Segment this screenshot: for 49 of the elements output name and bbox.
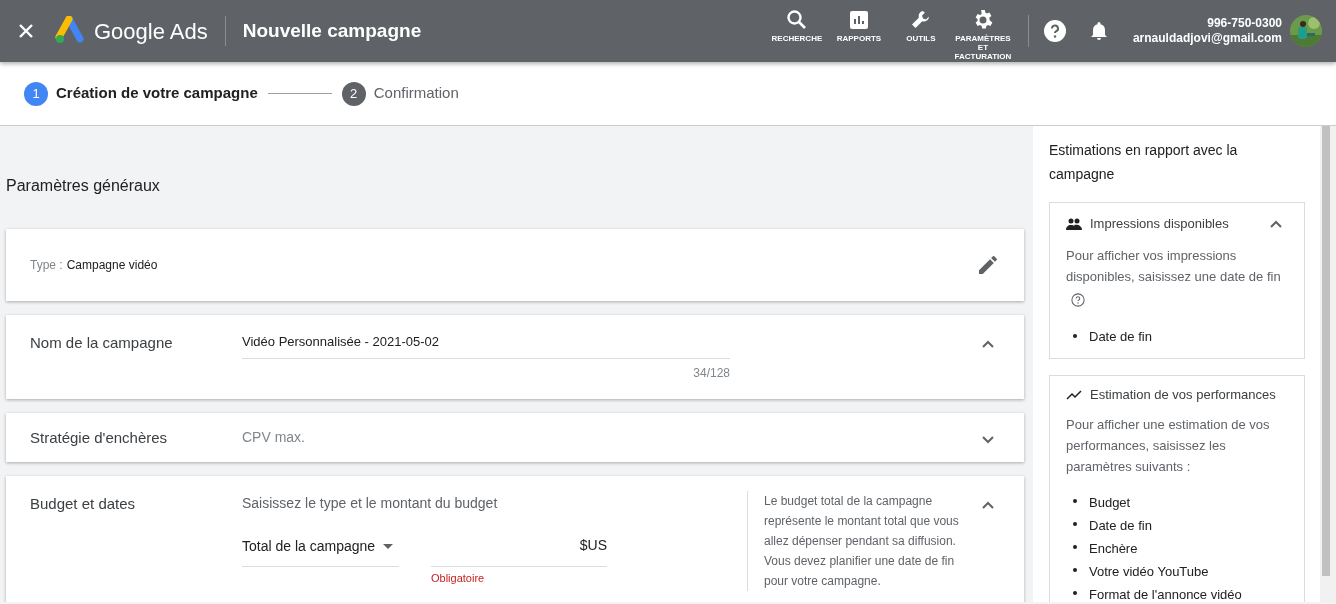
list-item: Votre vidéo YouTube	[1089, 562, 1209, 581]
bullet-icon	[1073, 545, 1077, 549]
card-title: Estimation de vos performances	[1090, 386, 1277, 404]
card-text: Pour afficher une estimation de vos performances, saisissez les paramètres suivants :	[1066, 415, 1271, 476]
bullet-icon	[1073, 591, 1077, 595]
section-label: Stratégie d'enchères	[30, 428, 169, 448]
section-label: Budget et dates	[30, 494, 137, 514]
help-icon[interactable]	[1042, 19, 1067, 43]
budget-help-text: Le budget total de la campagne représente le montant total que vous allez dépenser pendant sa diffusion. Vous devez planifier une date de fin pour votre campagne.	[747, 491, 962, 591]
list-item: Budget	[1089, 493, 1131, 512]
help-icon[interactable]	[1071, 292, 1085, 307]
step-label[interactable]: Confirmation	[373, 82, 459, 105]
step-number[interactable]: 1	[24, 81, 48, 106]
account-phone: 996-750-0300	[1206, 16, 1282, 31]
section-label: Nom de la campagne	[30, 333, 174, 353]
step-label[interactable]: Création de votre campagne	[56, 82, 258, 105]
page-title: Nouvelle campagne	[224, 16, 422, 46]
people-icon	[1066, 218, 1082, 230]
list-item: Enchère	[1089, 539, 1138, 558]
budget-type-dropdown[interactable]: Total de la campagne	[242, 535, 399, 567]
char-counter: 34/128	[692, 364, 730, 382]
bullet-icon	[1073, 333, 1077, 338]
toolbar-button[interactable]: RAPPORTS	[827, 8, 890, 44]
logo-icon	[54, 16, 84, 46]
list-item: Date de fin	[1089, 328, 1152, 346]
section-heading: Paramètres généraux	[6, 176, 161, 196]
card-text: Pour afficher vos impressions disponibles, saisissez une date de fin	[1066, 247, 1282, 286]
card-title: Impressions disponibles	[1090, 215, 1230, 234]
pencil-icon[interactable]	[976, 253, 1000, 277]
bullet-icon	[1073, 499, 1077, 503]
amount-field[interactable]: $US	[431, 535, 607, 567]
step-number[interactable]: 2	[341, 81, 366, 106]
sidebar-title: Estimations en rapport avec la campagne	[1049, 141, 1239, 184]
budget-hint: Saisissez le type et le montant du budget	[242, 494, 499, 513]
section-value: CPV max.	[242, 428, 306, 447]
toolbar-button[interactable]: RECHERCHE	[765, 8, 828, 44]
list-item: Format de l'annonce vidéo	[1089, 585, 1242, 602]
bullet-icon	[1073, 522, 1077, 526]
toolbar-button[interactable]: OUTILS	[889, 8, 952, 44]
list-item: Date de fin	[1089, 516, 1152, 535]
caret-icon	[383, 544, 394, 549]
bullet-icon	[1073, 568, 1077, 572]
toolbar-button[interactable]: PARAMÈTRES ET FACTURATION	[951, 8, 1014, 62]
trend-line-icon	[1066, 389, 1082, 400]
type-label: Type :	[30, 257, 63, 274]
type-value: Campagne vidéo	[66, 257, 159, 274]
error-text: Obligatoire	[431, 571, 486, 586]
brand-name: Google Ads	[94, 17, 208, 46]
account-email: arnauldadjovi@gmail.com	[1132, 31, 1282, 46]
